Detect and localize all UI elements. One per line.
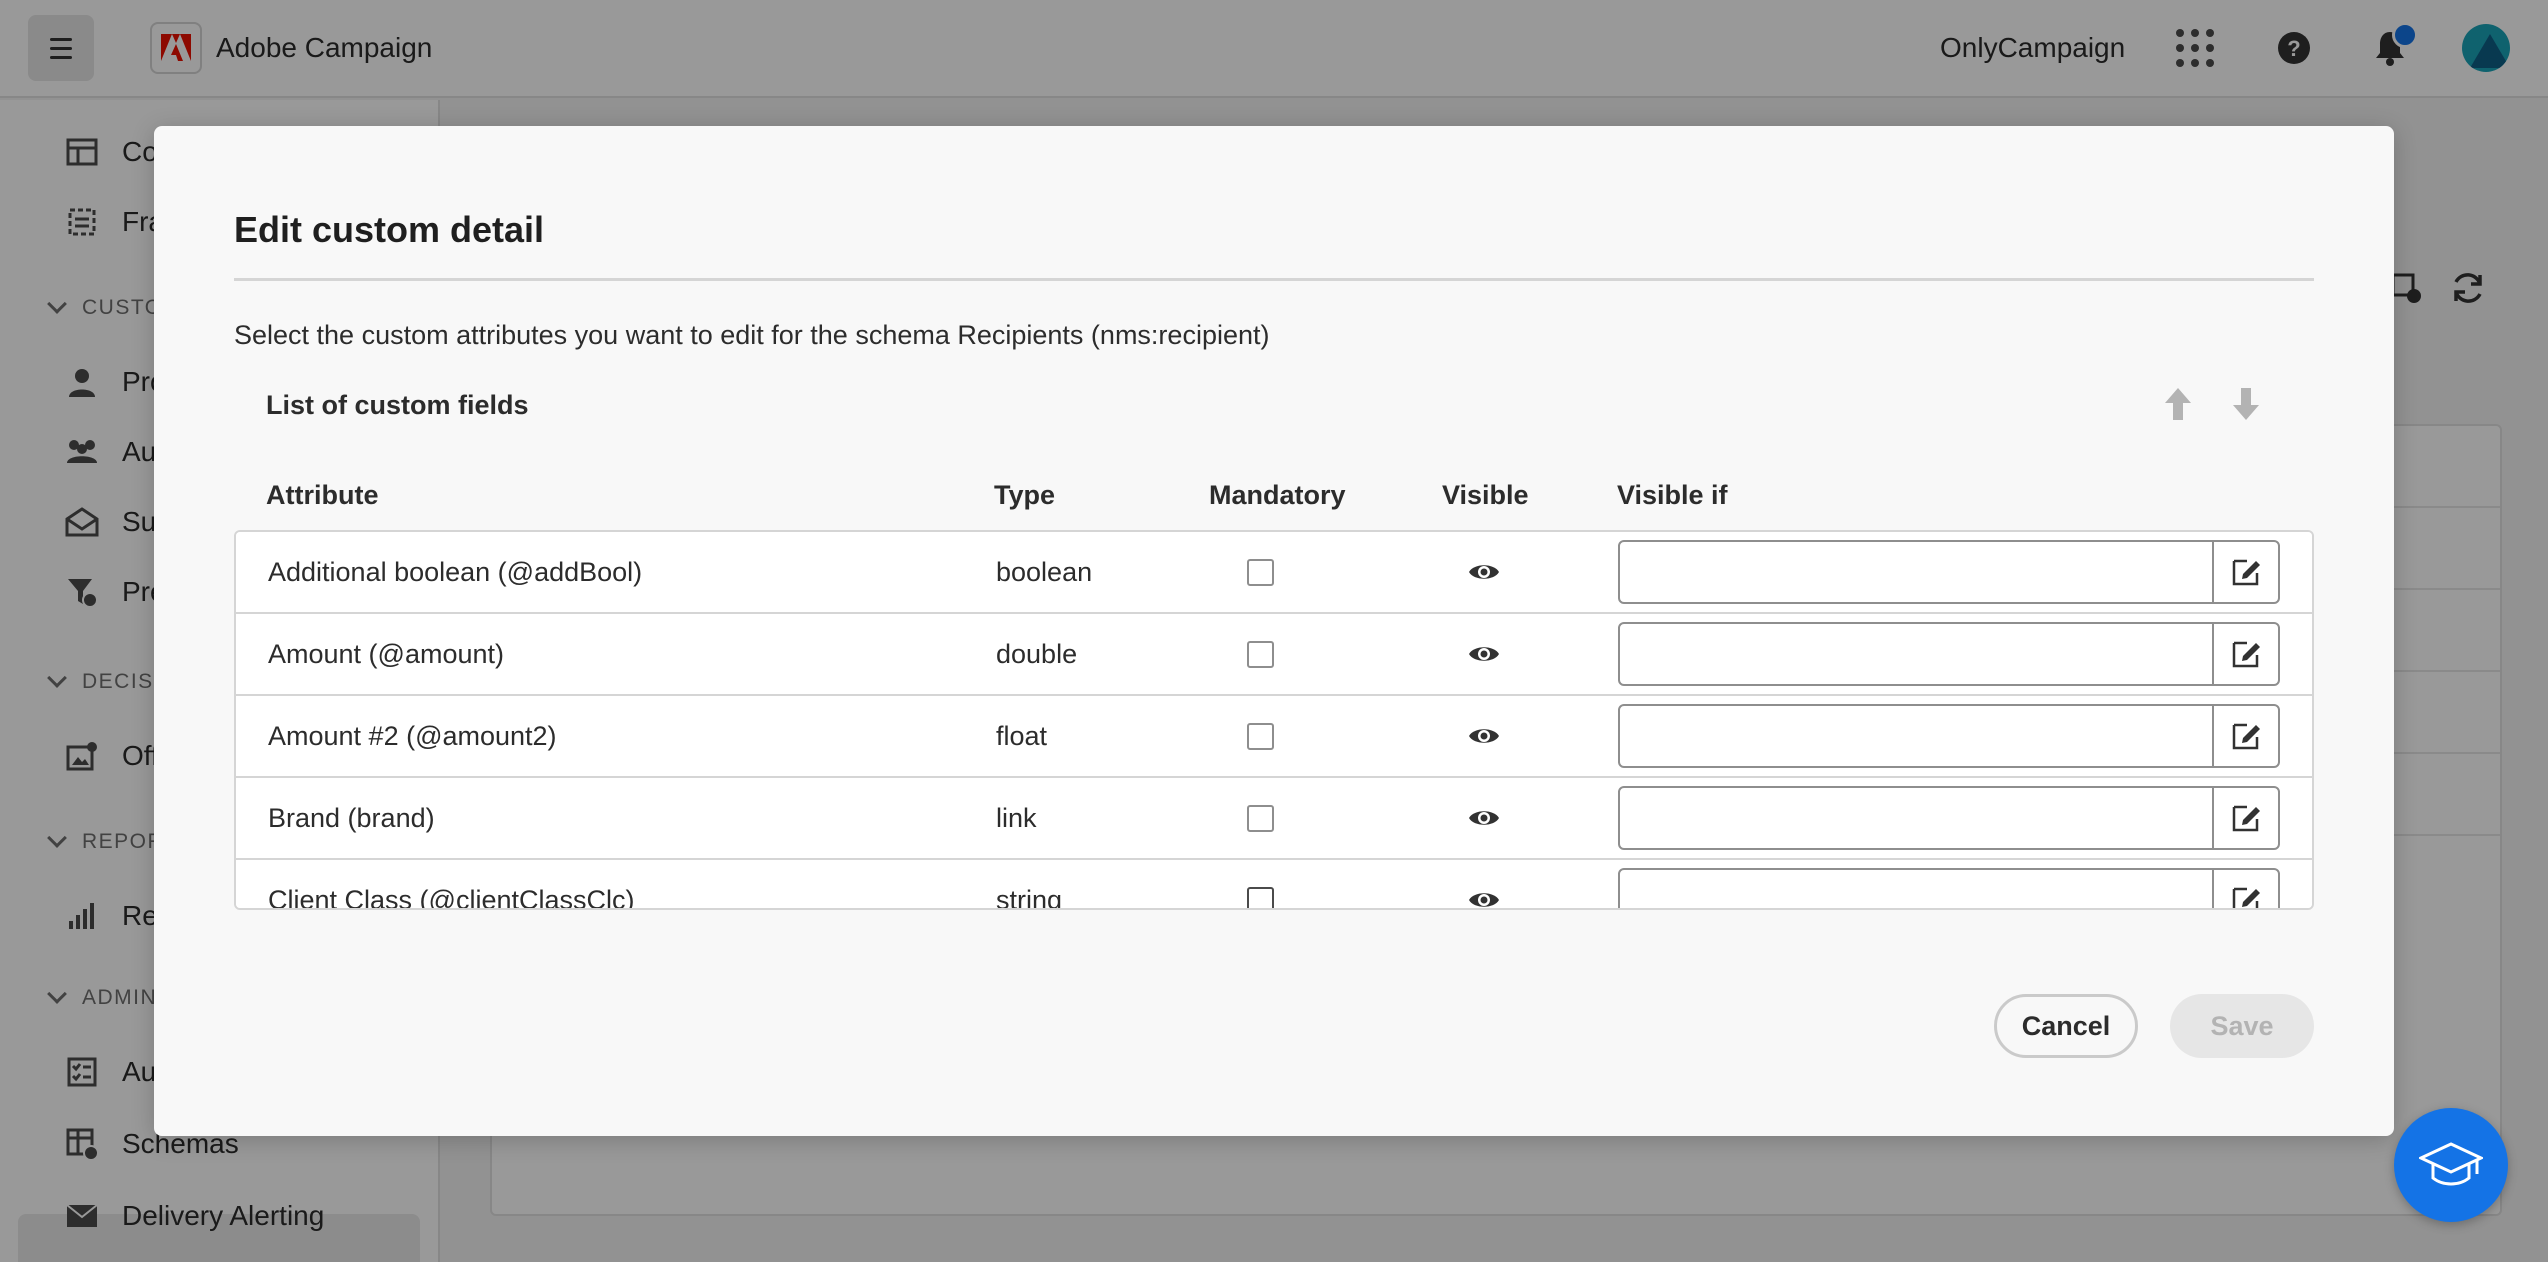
type-cell: link xyxy=(996,802,1037,833)
eye-icon[interactable] xyxy=(1464,860,1504,908)
edit-expression-icon[interactable] xyxy=(2212,704,2280,768)
cancel-button[interactable]: Cancel xyxy=(1994,994,2138,1058)
col-header-mandatory: Mandatory xyxy=(1209,480,1346,510)
eye-icon[interactable] xyxy=(1464,696,1504,776)
edit-expression-icon[interactable] xyxy=(2212,786,2280,850)
mandatory-checkbox[interactable] xyxy=(1246,886,1274,908)
type-cell: string xyxy=(996,884,1063,910)
col-header-type: Type xyxy=(994,480,1056,510)
attribute-cell: Brand (brand) xyxy=(268,802,435,833)
save-button[interactable]: Save xyxy=(2170,994,2314,1058)
move-down-icon[interactable] xyxy=(2224,382,2268,426)
table-row[interactable]: Amount #2 (@amount2) float xyxy=(236,696,2312,778)
visible-if-input[interactable] xyxy=(1618,786,2214,850)
move-up-icon[interactable] xyxy=(2156,382,2200,426)
visible-if-input[interactable] xyxy=(1618,704,2214,768)
visible-if-input[interactable] xyxy=(1618,622,2214,686)
type-cell: double xyxy=(996,638,1078,669)
col-header-visible-if: Visible if xyxy=(1617,480,1728,510)
visible-if-input[interactable] xyxy=(1618,868,2214,908)
mandatory-checkbox[interactable] xyxy=(1246,640,1274,668)
edit-expression-icon[interactable] xyxy=(2212,540,2280,604)
eye-icon[interactable] xyxy=(1464,532,1504,612)
table-row[interactable]: Brand (brand) link xyxy=(236,778,2312,860)
dialog-description: Select the custom attributes you want to… xyxy=(234,320,1270,350)
custom-fields-table[interactable]: Additional boolean (@addBool) boolean Am… xyxy=(234,530,2314,910)
table-row[interactable]: Client Class (@clientClassClc) string xyxy=(236,860,2312,910)
list-title: List of custom fields xyxy=(266,390,529,420)
eye-icon[interactable] xyxy=(1464,778,1504,858)
attribute-cell: Client Class (@clientClassClc) xyxy=(268,884,635,910)
edit-custom-detail-dialog: Edit custom detail Select the custom att… xyxy=(154,126,2394,1136)
graduation-cap-icon xyxy=(2419,1142,2483,1186)
mandatory-checkbox[interactable] xyxy=(1246,722,1274,750)
col-header-visible: Visible xyxy=(1442,480,1529,510)
dialog-title: Edit custom detail xyxy=(234,209,545,250)
table-row[interactable]: Additional boolean (@addBool) boolean xyxy=(236,532,2312,614)
mandatory-checkbox[interactable] xyxy=(1246,804,1274,832)
attribute-cell: Additional boolean (@addBool) xyxy=(268,556,643,587)
visible-if-input[interactable] xyxy=(1618,540,2214,604)
type-cell: float xyxy=(996,720,1048,751)
title-divider xyxy=(234,278,2314,281)
col-header-attribute: Attribute xyxy=(266,480,379,510)
eye-icon[interactable] xyxy=(1464,614,1504,694)
type-cell: boolean xyxy=(996,556,1093,587)
edit-expression-icon[interactable] xyxy=(2212,622,2280,686)
learning-hub-button[interactable] xyxy=(2394,1108,2508,1222)
attribute-cell: Amount (@amount) xyxy=(268,638,504,669)
mandatory-checkbox[interactable] xyxy=(1246,558,1274,586)
edit-expression-icon[interactable] xyxy=(2212,868,2280,908)
attribute-cell: Amount #2 (@amount2) xyxy=(268,720,557,751)
table-row[interactable]: Amount (@amount) double xyxy=(236,614,2312,696)
